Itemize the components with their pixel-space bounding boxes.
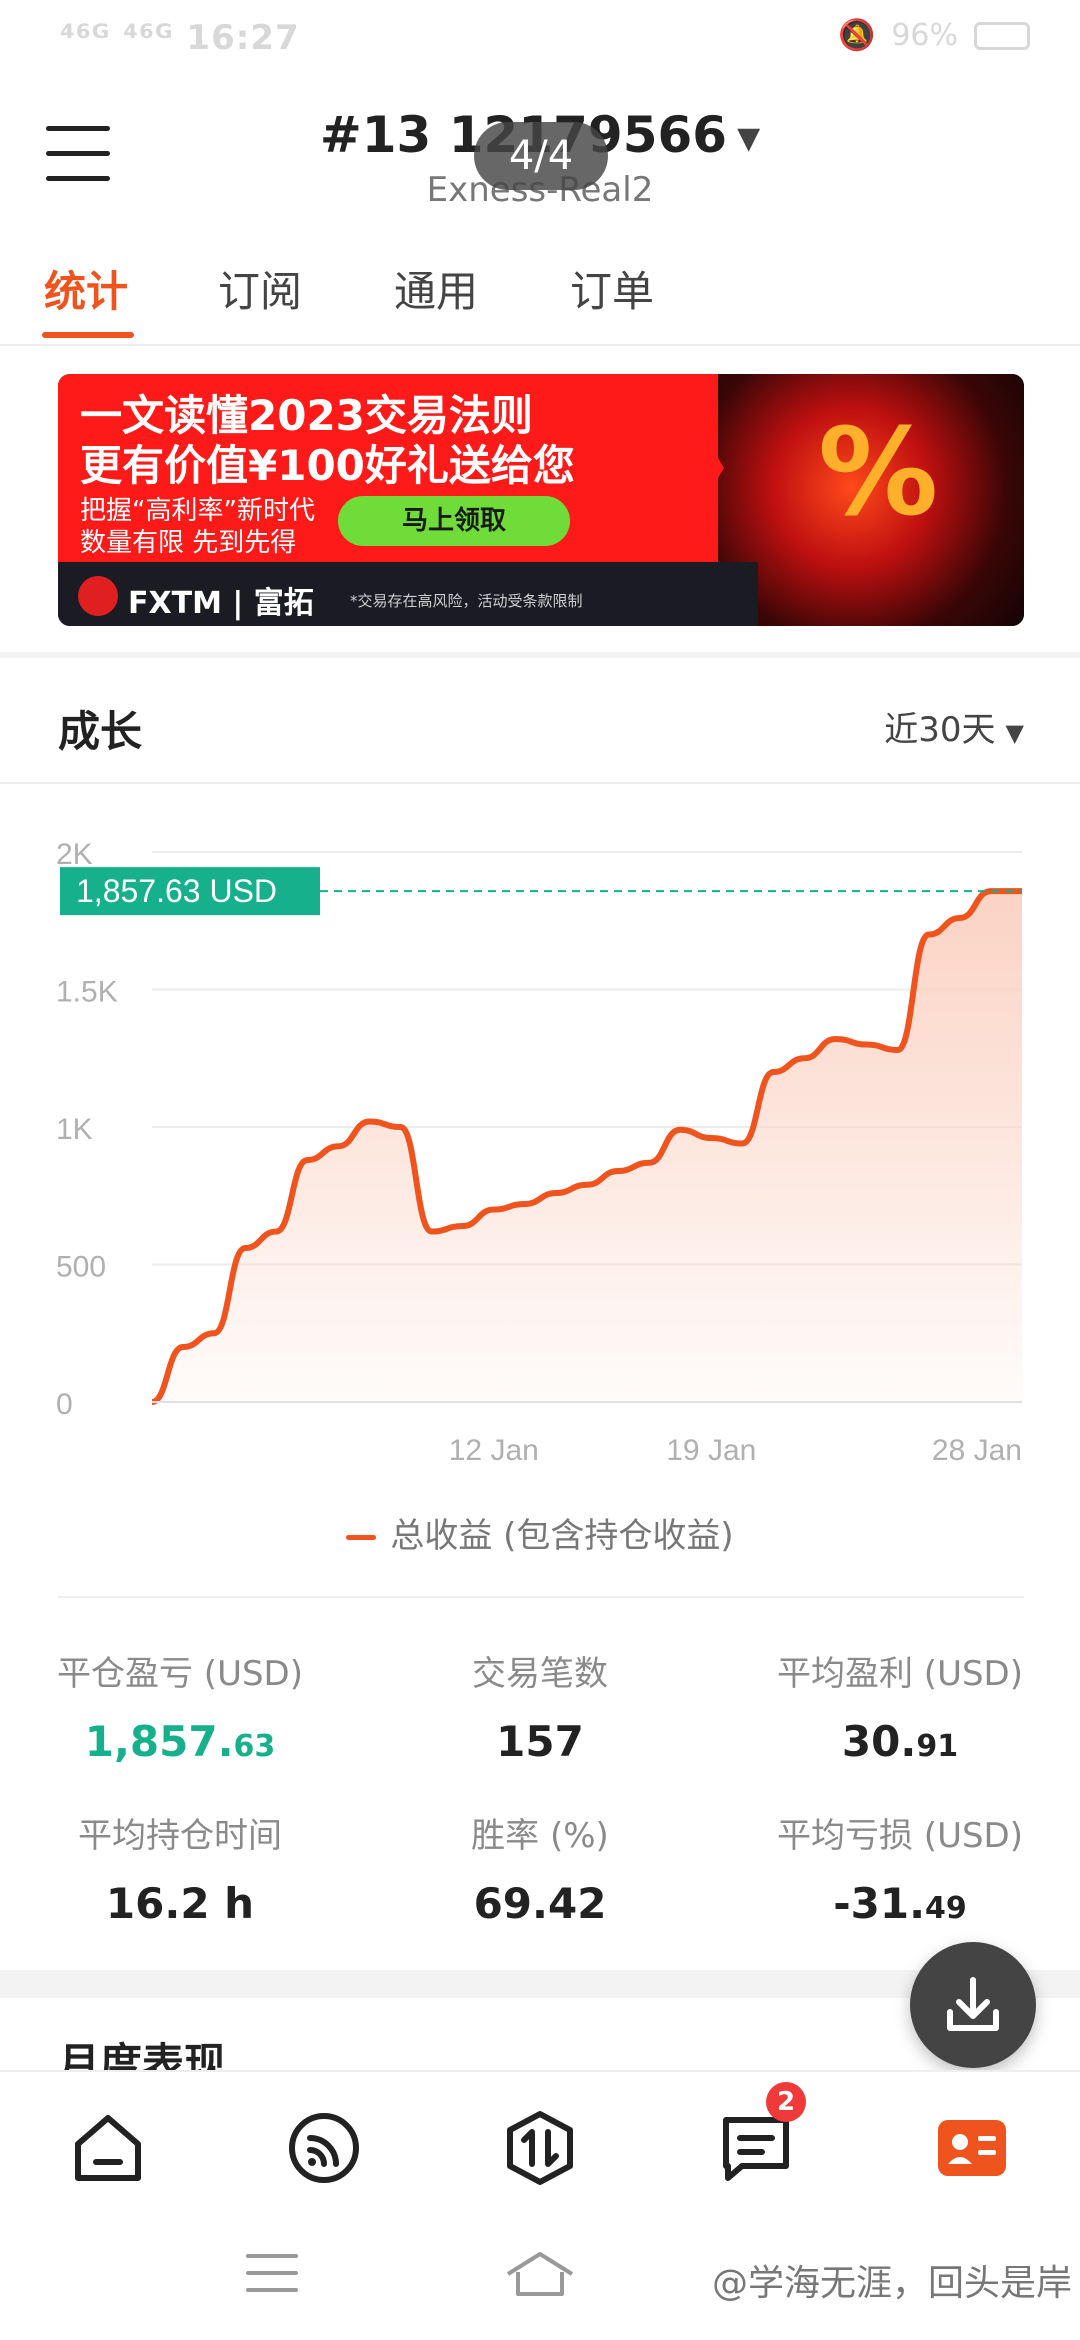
x-tick-label: 12 Jan — [449, 1434, 539, 1467]
profile-icon[interactable] — [932, 2108, 1012, 2188]
stat-value: 30.91 — [720, 1717, 1080, 1766]
stat-label: 平均持仓时间 — [78, 1816, 282, 1856]
stat-value: 69.42 — [360, 1879, 720, 1928]
legend-label: 总收益 (包含持仓收益) — [390, 1516, 734, 1556]
stat-value: 1,857.63 — [0, 1717, 360, 1766]
y-tick-label: 500 — [56, 1251, 106, 1284]
chart-legend: 总收益 (包含持仓收益) — [0, 1508, 1080, 1557]
stat-value-main: -31. — [833, 1879, 926, 1928]
stat-avg-profit: 平均盈利 (USD) 30.91 — [720, 1646, 1080, 1766]
status-time-group: ⁴⁶ᴳ ⁴⁶ᴳ 16:27 — [60, 18, 300, 58]
stat-closed-pnl: 平仓盈亏 (USD) 1,857.63 — [0, 1646, 360, 1766]
stat-value-main: 157 — [496, 1717, 584, 1766]
promo-banner[interactable]: % 一文读懂2023交易法则 更有价值¥100好礼送给您 把握“高利率”新时代 … — [58, 374, 1024, 626]
active-tab-indicator — [42, 332, 134, 338]
status-bar: ⁴⁶ᴳ ⁴⁶ᴳ 16:27 🔕 96% — [0, 0, 1080, 80]
stat-value: 16.2 h — [0, 1879, 360, 1928]
chevron-down-icon: ▼ — [1005, 719, 1024, 747]
download-button[interactable] — [910, 1942, 1036, 2068]
feed-icon[interactable] — [284, 2108, 364, 2188]
watermark-text: @学海无涯，回头是岸 — [711, 2263, 1072, 2304]
stat-label: 交易笔数 — [472, 1654, 608, 1694]
section-divider — [0, 652, 1080, 658]
message-count-badge: 2 — [766, 2082, 806, 2122]
range-selector[interactable]: 近30天 ▼ — [884, 702, 1024, 751]
stat-label: 平仓盈亏 (USD) — [57, 1654, 303, 1694]
banner-arrow-shape — [668, 374, 724, 562]
fxtm-logo-icon — [78, 576, 118, 616]
tab-statistics[interactable]: 统计 — [44, 258, 128, 319]
app-header: #13 12179566▼ Exness-Real2 4/4 — [0, 80, 1080, 220]
stat-value-main: 69.42 — [473, 1879, 607, 1928]
stat-value-main: 1,857. — [84, 1717, 234, 1766]
stat-win-rate: 胜率 (%) 69.42 — [360, 1808, 720, 1928]
legend-swatch — [346, 1535, 377, 1540]
recents-icon[interactable] — [244, 2248, 300, 2298]
trade-icon[interactable] — [500, 2108, 580, 2188]
range-label: 近30天 — [884, 710, 996, 750]
signal-indicator: ⁴⁶ᴳ ⁴⁶ᴳ — [60, 18, 174, 58]
clock-text: 16:27 — [186, 18, 300, 58]
x-tick-label: 19 Jan — [666, 1434, 756, 1467]
stat-value: 157 — [360, 1717, 720, 1766]
y-tick-label: 1.5K — [56, 976, 118, 1009]
tab-orders[interactable]: 订单 — [570, 258, 654, 319]
banner-claim-button[interactable]: 马上领取 — [338, 496, 570, 546]
stat-trade-count: 交易笔数 157 — [360, 1646, 720, 1766]
stat-avg-hold-time: 平均持仓时间 16.2 h — [0, 1808, 360, 1928]
home-icon[interactable] — [68, 2108, 148, 2188]
stat-value-decimals: 63 — [233, 1729, 276, 1764]
legend-divider — [58, 1596, 1024, 1598]
stat-value-decimals: 91 — [916, 1729, 959, 1764]
y-tick-label: 0 — [56, 1388, 73, 1421]
y-tick-label: 2K — [56, 838, 93, 871]
stat-avg-loss: 平均亏损 (USD) -31.49 — [720, 1808, 1080, 1928]
stat-label: 平均亏损 (USD) — [777, 1816, 1023, 1856]
stat-label: 胜率 (%) — [471, 1816, 609, 1856]
tab-general[interactable]: 通用 — [394, 258, 478, 319]
battery-percent: 96% — [891, 18, 958, 53]
stat-label: 平均盈利 (USD) — [777, 1654, 1023, 1694]
stat-value: -31.49 — [720, 1879, 1080, 1928]
banner-disclaimer: *交易存在高风险，活动受条款限制 — [350, 592, 583, 610]
banner-subtext-2: 数量有限 先到先得 — [80, 528, 297, 558]
stat-value-decimals: 49 — [925, 1891, 967, 1926]
bottom-nav — [0, 2070, 1080, 2220]
home-nav-icon[interactable] — [504, 2250, 576, 2300]
current-value-label: 1,857.63 USD — [76, 873, 277, 909]
chevron-down-icon: ▼ — [737, 121, 761, 156]
area-fill — [152, 891, 1022, 1402]
battery-icon — [974, 21, 1030, 50]
download-icon — [947, 1977, 999, 2031]
stat-value-main: 30. — [841, 1717, 917, 1766]
y-tick-label: 1K — [56, 1113, 93, 1146]
banner-brand: FXTM | 富拓 — [128, 586, 314, 621]
growth-chart: 0 500 1K 1.5K 2K 1,857.63 USD 12 Jan 19 Jan 28 J… — [0, 820, 1080, 1480]
growth-title: 成长 — [58, 707, 143, 756]
mute-icon: 🔕 — [837, 18, 876, 53]
growth-header-divider — [0, 782, 1080, 784]
x-tick-label: 28 Jan — [932, 1434, 1022, 1467]
stat-value-main: 16.2 h — [105, 1879, 255, 1928]
tab-bar: 统计 订阅 通用 订单 — [0, 240, 1080, 346]
growth-chart-svg: 0 500 1K 1.5K 2K1,857.63 USD 12 Jan 19 Jan 28 J… — [56, 838, 1022, 1467]
banner-art-text: % — [818, 404, 939, 543]
page-indicator: 4/4 — [474, 122, 608, 190]
status-right-group: 🔕 96% — [838, 18, 1030, 53]
tab-subscribe[interactable]: 订阅 — [218, 258, 302, 319]
banner-headline-2: 更有价值¥100好礼送给您 — [80, 441, 575, 490]
